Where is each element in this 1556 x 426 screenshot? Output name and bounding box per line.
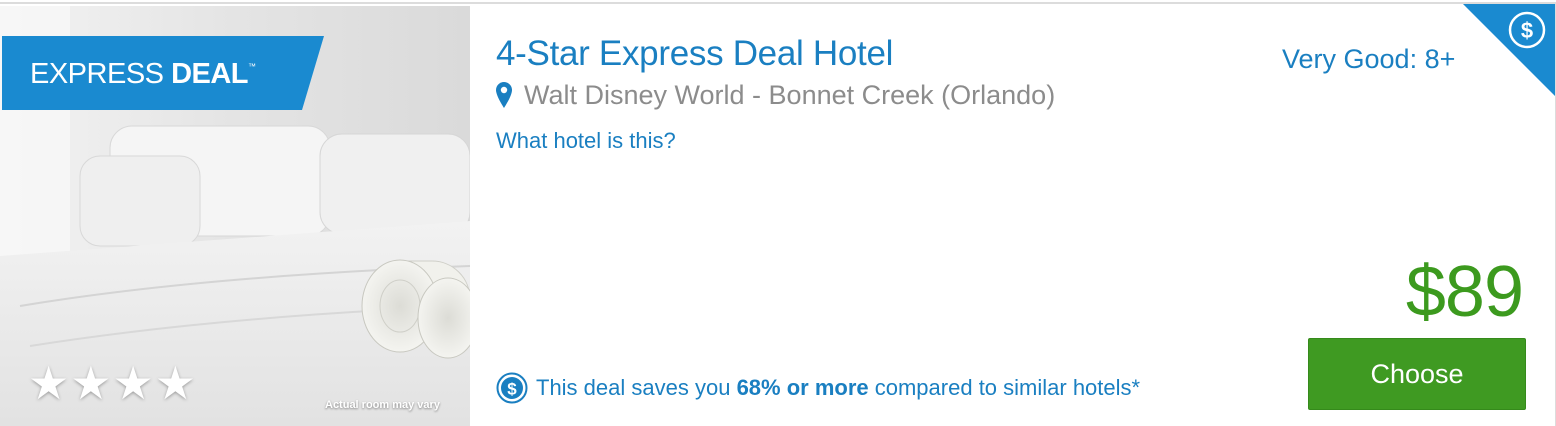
banner-bold: DEAL (171, 58, 249, 90)
corner-savings-badge: $ (1463, 4, 1555, 96)
dollar-badge-icon: $ (1463, 4, 1555, 96)
savings-suffix: compared to similar hotels* (874, 375, 1141, 400)
guest-rating: Very Good: 8+ (1282, 44, 1456, 74)
price-amount: $89 (1405, 252, 1524, 332)
banner-prefix: EXPRESS (30, 58, 164, 90)
savings-prefix: This deal saves you (536, 375, 731, 400)
coin-symbol: $ (507, 380, 517, 399)
hotel-deal-card[interactable]: EXPRESS DEAL™ ★★★★ Actual room may vary … (0, 2, 1556, 426)
dollar-coin-icon: $ (496, 372, 528, 404)
hotel-location: Walt Disney World - Bonnet Creek (Orland… (496, 78, 1055, 112)
trademark-mark: ™ (248, 62, 256, 71)
hotel-title[interactable]: 4-Star Express Deal Hotel (496, 34, 893, 74)
photo-disclaimer: Actual room may vary (325, 399, 440, 411)
map-pin-icon (496, 82, 512, 108)
savings-text: This deal saves you 68% or more compared… (536, 375, 1140, 401)
express-deal-banner: EXPRESS DEAL™ (2, 36, 324, 110)
hotel-room-photo[interactable]: EXPRESS DEAL™ ★★★★ Actual room may vary (0, 6, 470, 426)
location-text: Walt Disney World - Bonnet Creek (Orland… (524, 79, 1056, 110)
what-hotel-link[interactable]: What hotel is this? (496, 128, 676, 154)
express-deal-label: EXPRESS DEAL™ (30, 58, 256, 91)
savings-highlight: 68% or more (736, 375, 869, 400)
corner-badge-symbol: $ (1521, 18, 1533, 43)
choose-button[interactable]: Choose (1308, 338, 1526, 410)
savings-message: $ This deal saves you 68% or more compar… (496, 371, 1140, 405)
star-rating: ★★★★ (28, 357, 197, 409)
